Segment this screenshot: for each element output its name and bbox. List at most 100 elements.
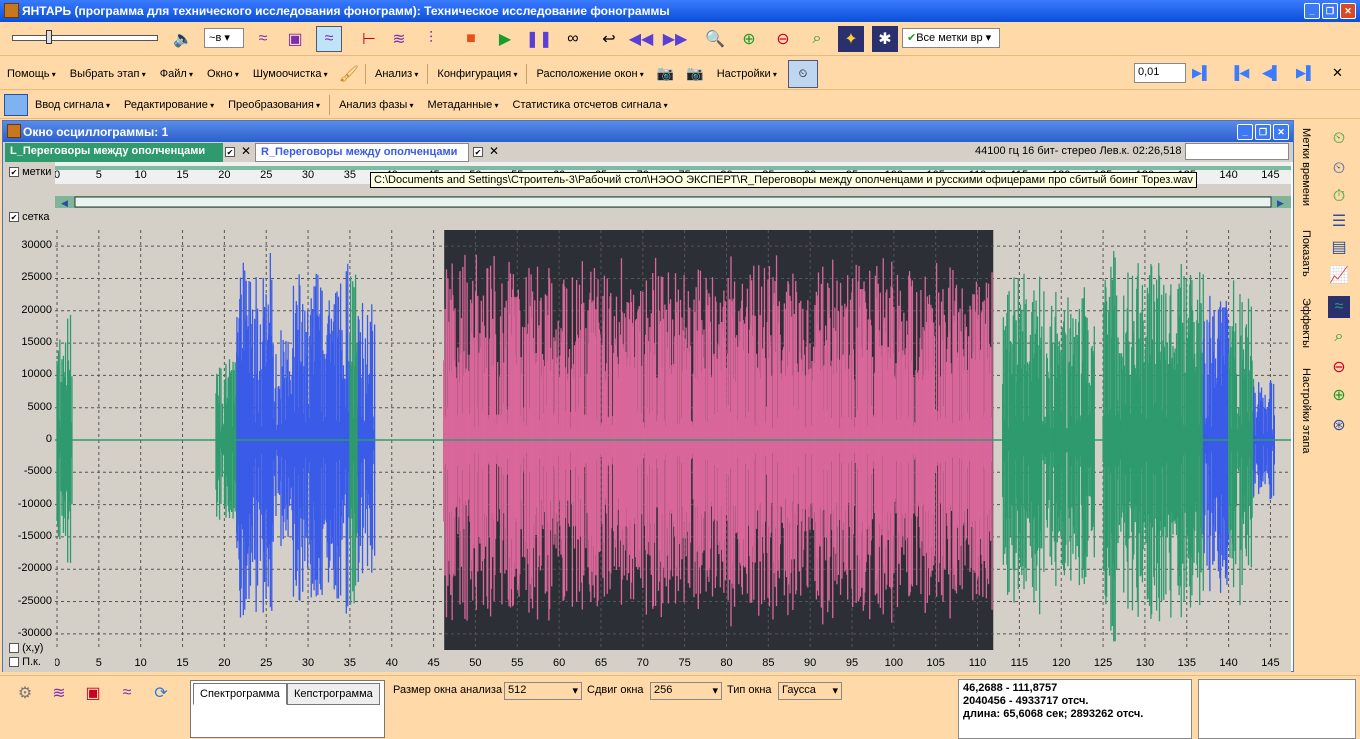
wave-box-icon[interactable]: ▣	[282, 26, 308, 52]
menu-noise-cleaning[interactable]: Шумоочистка	[246, 68, 335, 80]
camera-settings-icon[interactable]: 📷	[680, 65, 709, 82]
return-icon[interactable]: ↩	[596, 26, 622, 52]
menu-sample-stats[interactable]: Статистика отсчетов сигнала	[506, 99, 675, 111]
format-info-box	[1185, 143, 1289, 160]
xy-option[interactable]: (x,y)	[9, 642, 43, 654]
volume-slider[interactable]	[12, 35, 158, 41]
clock-settings-icon[interactable]: ⏱	[1328, 186, 1350, 208]
waveform-plot[interactable]: ◀▶00551010151520202525303035354040454550…	[55, 162, 1291, 672]
list-icon[interactable]: ☰	[1328, 210, 1350, 232]
minimize-button[interactable]: _	[1304, 3, 1320, 19]
marker-region-icon[interactable]: ⫶	[418, 26, 444, 52]
nav-right-icon[interactable]: ▶▌	[1296, 65, 1315, 81]
window-icon[interactable]	[4, 93, 28, 116]
close-button[interactable]: ✕	[1340, 3, 1356, 19]
menu-signal-input[interactable]: Ввод сигнала	[28, 99, 117, 111]
pk-checkbox[interactable]	[9, 657, 19, 668]
tab-spectrogram[interactable]: Спектрограмма	[193, 683, 287, 705]
wave-frame-icon[interactable]: ▣	[80, 680, 106, 706]
sidebar-zoom-out-icon[interactable]: ⊖	[1328, 356, 1350, 378]
play-icon[interactable]: ▶	[492, 26, 518, 52]
grid-option[interactable]: ✔ сетка	[9, 211, 50, 223]
sidebar-zoom-in-icon[interactable]: ⊕	[1328, 384, 1350, 406]
wave-cursor-icon[interactable]: ≈	[114, 680, 140, 706]
window-size-select[interactable]: 512 ▾	[504, 682, 582, 700]
tab-left-channel[interactable]: L_Переговоры между ополченцами	[5, 143, 223, 162]
right-sidebar: Метки времени Показать Эффекты Настройки…	[1296, 120, 1360, 672]
clock-icon[interactable]: ⏲	[1328, 158, 1350, 180]
right-channel-close-icon[interactable]: ✕	[489, 144, 499, 158]
marks-combo[interactable]: ✔Все метки вр ▾	[902, 28, 1000, 48]
xy-checkbox[interactable]	[9, 643, 19, 654]
volume-slider-thumb[interactable]	[46, 30, 52, 44]
marks-checkbox[interactable]: ✔	[9, 167, 19, 178]
sidebar-zoom-all-icon[interactable]: ⊛	[1328, 414, 1350, 436]
restore-button[interactable]: ❐	[1322, 3, 1338, 19]
speaker-icon[interactable]: 🔈	[170, 26, 196, 52]
sidebar-time-marks[interactable]: Метки времени	[1300, 128, 1312, 206]
menu-settings[interactable]: Настройки	[710, 68, 784, 80]
menu-window-layout[interactable]: Расположение окон	[529, 68, 650, 80]
camera-icon[interactable]: 📷	[651, 65, 680, 82]
step-value-input[interactable]: 0,01	[1134, 63, 1186, 83]
marks-option[interactable]: ✔ метки	[9, 166, 51, 178]
clock-down-icon[interactable]: ⏲	[1328, 128, 1350, 150]
forward-icon[interactable]: ▶▶	[662, 26, 688, 52]
document-icon[interactable]: ▤	[1328, 236, 1350, 258]
wave-mark-icon[interactable]: ≈	[250, 26, 276, 52]
zoom-out-icon[interactable]: ⊖	[770, 26, 796, 52]
refresh-icon[interactable]: ⟳	[148, 680, 174, 706]
channel-combo[interactable]: ~в ▾	[204, 28, 244, 48]
osc-restore-button[interactable]: ❐	[1255, 124, 1271, 140]
right-channel-checkbox[interactable]: ✔	[473, 147, 483, 157]
tab-cepstrogram[interactable]: Кепстрограмма	[287, 683, 380, 705]
brush-icon[interactable]: 🖌	[335, 64, 363, 84]
nav-prev-icon[interactable]: ▐◀	[1230, 65, 1249, 81]
shift-select[interactable]: 256 ▾	[650, 682, 722, 700]
window-type-select[interactable]: Гаусса ▾	[778, 682, 842, 700]
pause-icon[interactable]: ❚❚	[526, 26, 553, 52]
left-channel-checkbox[interactable]: ✔	[225, 147, 235, 157]
menu-phase-analysis[interactable]: Анализ фазы	[332, 99, 420, 111]
nav-left-icon[interactable]: ◀▌	[1262, 65, 1281, 81]
sidebar-stage-settings[interactable]: Настройки этапа	[1300, 368, 1312, 453]
marker-wave-icon[interactable]: ≋	[386, 26, 412, 52]
osc-minimize-button[interactable]: _	[1237, 124, 1253, 140]
sidebar-show[interactable]: Показать	[1300, 230, 1312, 277]
x-tick-label: 60	[553, 657, 565, 669]
menu-select-stage[interactable]: Выбрать этап	[63, 68, 153, 80]
zoom-in-icon[interactable]: ⊕	[736, 26, 762, 52]
pk-option[interactable]: П.к.	[9, 656, 41, 668]
close-panel-icon[interactable]: ✕	[1332, 65, 1343, 81]
tab-right-channel[interactable]: R_Переговоры между ополченцами	[255, 143, 469, 162]
wave-view-icon[interactable]: ≈	[1328, 296, 1350, 318]
loop-icon[interactable]: ∞	[560, 26, 586, 52]
left-channel-close-icon[interactable]: ✕	[241, 144, 251, 158]
menu-editing[interactable]: Редактирование	[117, 99, 221, 111]
osc-close-button[interactable]: ✕	[1273, 124, 1289, 140]
effects-icon[interactable]: ✱	[872, 26, 898, 52]
rewind-icon[interactable]: ◀◀	[628, 26, 654, 52]
menu-transforms[interactable]: Преобразования	[221, 99, 327, 111]
marker-left-icon[interactable]: ⊢	[356, 26, 382, 52]
menu-metadata[interactable]: Метаданные	[421, 99, 506, 111]
chart-icon[interactable]: 📈	[1328, 264, 1350, 286]
nav-next-icon[interactable]: ▶▌	[1192, 65, 1211, 81]
stop-icon[interactable]: ■	[458, 26, 484, 52]
menu-window[interactable]: Окно	[200, 68, 246, 80]
zoom-fit-icon[interactable]: 🔍	[702, 26, 728, 52]
menu-analysis[interactable]: Анализ	[368, 68, 425, 80]
menu-configuration[interactable]: Конфигурация	[430, 68, 524, 80]
gear-icon[interactable]: ⚙	[12, 680, 38, 706]
wave-analysis-icon[interactable]: ≋	[46, 680, 72, 706]
menu-help[interactable]: Помощь	[0, 68, 63, 80]
zoom-selection-icon[interactable]: ⌕	[804, 26, 830, 52]
sidebar-zoom-icon[interactable]: ⌕	[1328, 326, 1350, 348]
right-waveform-segment	[1202, 295, 1230, 593]
wave-select-icon[interactable]: ≈	[316, 26, 342, 52]
spectrum-icon[interactable]: ✦	[838, 26, 864, 52]
settings-clock-icon[interactable]: ⏲	[787, 59, 818, 88]
sidebar-effects[interactable]: Эффекты	[1300, 298, 1312, 348]
menu-file[interactable]: Файл	[153, 68, 200, 80]
grid-checkbox[interactable]: ✔	[9, 212, 19, 223]
